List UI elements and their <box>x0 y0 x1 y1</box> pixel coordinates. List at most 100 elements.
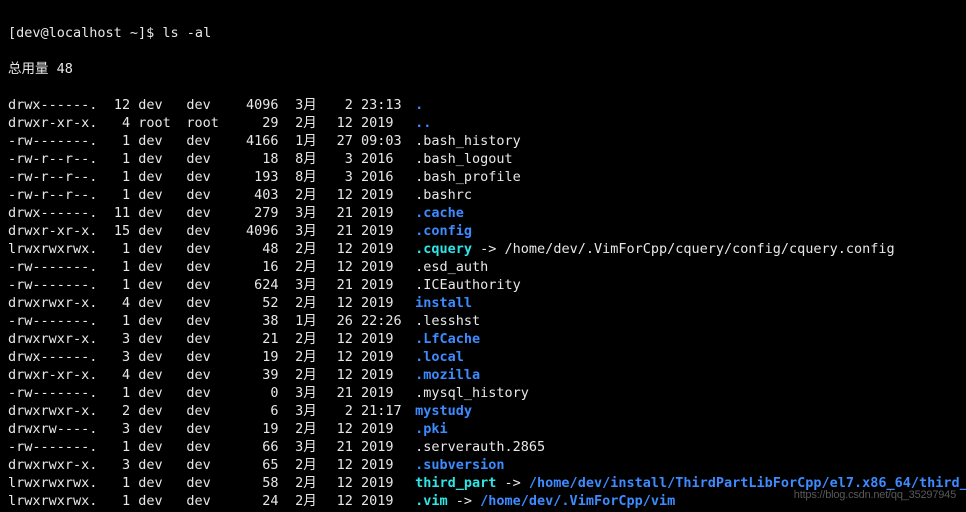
file-group: dev <box>186 456 226 474</box>
list-item: drwxrwxr-x. 3 dev dev 65 2月 12 2019 .sub… <box>8 456 958 474</box>
file-link-count: 12 <box>108 96 130 114</box>
list-item: -rw-------. 1 dev dev 16 2月 12 2019 .esd… <box>8 258 958 276</box>
file-permissions: drwxrwxr-x. <box>8 456 100 474</box>
file-permissions: drwxr-xr-x. <box>8 114 100 132</box>
file-owner: dev <box>138 222 178 240</box>
file-name: .config <box>415 223 472 239</box>
file-link-count: 1 <box>108 312 130 330</box>
file-day: 21 <box>325 204 353 222</box>
file-time: 2019 <box>361 474 407 492</box>
file-time: 2019 <box>361 240 407 258</box>
file-day: 12 <box>325 474 353 492</box>
file-month: 3月 <box>287 204 317 222</box>
file-month: 2月 <box>287 330 317 348</box>
file-name: .subversion <box>415 457 504 473</box>
file-permissions: lrwxrwxrwx. <box>8 492 100 510</box>
file-month: 3月 <box>287 276 317 294</box>
watermark: https://blog.csdn.net/qq_35297945 <box>794 486 956 504</box>
file-day: 12 <box>325 456 353 474</box>
file-size: 39 <box>235 366 279 384</box>
file-month: 2月 <box>287 366 317 384</box>
shell-prompt: [dev@localhost ~]$ ls -al <box>8 24 958 42</box>
file-permissions: drwxr-xr-x. <box>8 366 100 384</box>
file-owner: dev <box>138 348 178 366</box>
file-day: 21 <box>325 384 353 402</box>
file-link-count: 3 <box>108 348 130 366</box>
file-size: 52 <box>235 294 279 312</box>
file-time: 2019 <box>361 204 407 222</box>
file-time: 2019 <box>361 366 407 384</box>
symlink-target: /home/dev/.VimForCpp/cquery/config/cquer… <box>505 241 895 257</box>
file-permissions: -rw-r--r--. <box>8 186 100 204</box>
file-link-count: 3 <box>108 420 130 438</box>
file-time: 2019 <box>361 420 407 438</box>
file-month: 1月 <box>287 312 317 330</box>
file-size: 4096 <box>235 96 279 114</box>
file-month: 2月 <box>287 474 317 492</box>
file-size: 0 <box>235 384 279 402</box>
file-group: dev <box>186 492 226 510</box>
file-name: .pki <box>415 421 448 437</box>
list-item: drwx------. 3 dev dev 19 2月 12 2019 .loc… <box>8 348 958 366</box>
file-group: dev <box>186 402 226 420</box>
file-owner: dev <box>138 420 178 438</box>
file-size: 279 <box>235 204 279 222</box>
file-month: 3月 <box>287 402 317 420</box>
file-name: .local <box>415 349 464 365</box>
file-permissions: -rw-------. <box>8 132 100 150</box>
file-day: 3 <box>325 168 353 186</box>
file-link-count: 11 <box>108 204 130 222</box>
file-name: .LfCache <box>415 331 480 347</box>
terminal-output[interactable]: [dev@localhost ~]$ ls -al 总用量 48 drwx---… <box>0 0 966 512</box>
file-day: 12 <box>325 492 353 510</box>
file-link-count: 1 <box>108 168 130 186</box>
file-group: root <box>186 114 226 132</box>
file-size: 66 <box>235 438 279 456</box>
file-time: 2019 <box>361 294 407 312</box>
file-name: .bashrc <box>415 187 472 203</box>
file-name: .bash_profile <box>415 169 521 185</box>
file-link-count: 1 <box>108 258 130 276</box>
file-day: 12 <box>325 186 353 204</box>
file-day: 12 <box>325 258 353 276</box>
file-day: 21 <box>325 222 353 240</box>
file-size: 38 <box>235 312 279 330</box>
file-link-count: 4 <box>108 366 130 384</box>
file-owner: dev <box>138 312 178 330</box>
list-item: drwxr-xr-x. 4 dev dev 39 2月 12 2019 .moz… <box>8 366 958 384</box>
file-name: mystudy <box>415 403 472 419</box>
file-day: 12 <box>325 420 353 438</box>
list-item: drwxrwxr-x. 3 dev dev 21 2月 12 2019 .LfC… <box>8 330 958 348</box>
file-time: 2019 <box>361 186 407 204</box>
file-size: 4096 <box>235 222 279 240</box>
file-owner: dev <box>138 384 178 402</box>
file-permissions: -rw-r--r--. <box>8 168 100 186</box>
file-group: dev <box>186 312 226 330</box>
file-day: 21 <box>325 276 353 294</box>
file-permissions: drwxrwxr-x. <box>8 330 100 348</box>
file-group: dev <box>186 330 226 348</box>
file-group: dev <box>186 348 226 366</box>
file-name: .mysql_history <box>415 385 529 401</box>
file-link-count: 3 <box>108 456 130 474</box>
ls-listing: drwx------. 12 dev dev 4096 3月 2 23:13 .… <box>8 96 958 512</box>
file-size: 403 <box>235 186 279 204</box>
file-permissions: drwx------. <box>8 348 100 366</box>
file-group: dev <box>186 96 226 114</box>
file-time: 09:03 <box>361 132 407 150</box>
file-group: dev <box>186 294 226 312</box>
file-name: .cquery <box>415 241 472 257</box>
file-size: 193 <box>235 168 279 186</box>
file-size: 19 <box>235 420 279 438</box>
file-time: 2019 <box>361 438 407 456</box>
ls-total-line: 总用量 48 <box>8 60 958 78</box>
file-owner: dev <box>138 456 178 474</box>
list-item: -rw-------. 1 dev dev 4166 1月 27 09:03 .… <box>8 132 958 150</box>
file-permissions: drwx------. <box>8 96 100 114</box>
file-owner: dev <box>138 438 178 456</box>
file-group: dev <box>186 438 226 456</box>
file-link-count: 1 <box>108 240 130 258</box>
file-day: 21 <box>325 438 353 456</box>
file-month: 2月 <box>287 114 317 132</box>
file-group: dev <box>186 474 226 492</box>
